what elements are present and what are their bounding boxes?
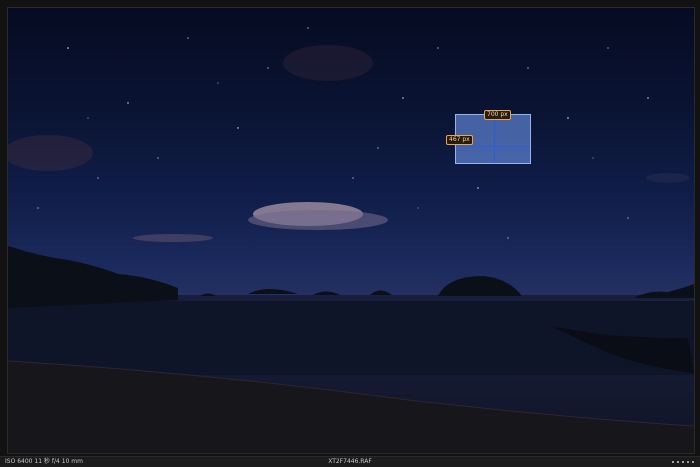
selection-height-label: 467 px [446,135,473,145]
status-bar: ISO 6400 11 秒 f/4 10 mm XT2F7446.RAF [0,456,700,467]
night-seascape-image [8,27,694,453]
selection-width-label: 700 px [484,110,511,120]
selection-crosshair-horizontal [456,146,530,147]
rating-dot-icon[interactable] [687,461,689,463]
photo-canvas[interactable] [7,7,695,454]
rating-dot-icon[interactable] [672,461,674,463]
viewer-frame: 700 px 467 px ISO 6400 11 秒 f/4 10 mm XT… [0,0,700,467]
rating-dot-icon[interactable] [682,461,684,463]
rating-dot-icon[interactable] [692,461,694,463]
selection-crosshair-vertical [494,115,495,163]
rating-dot-icon[interactable] [677,461,679,463]
